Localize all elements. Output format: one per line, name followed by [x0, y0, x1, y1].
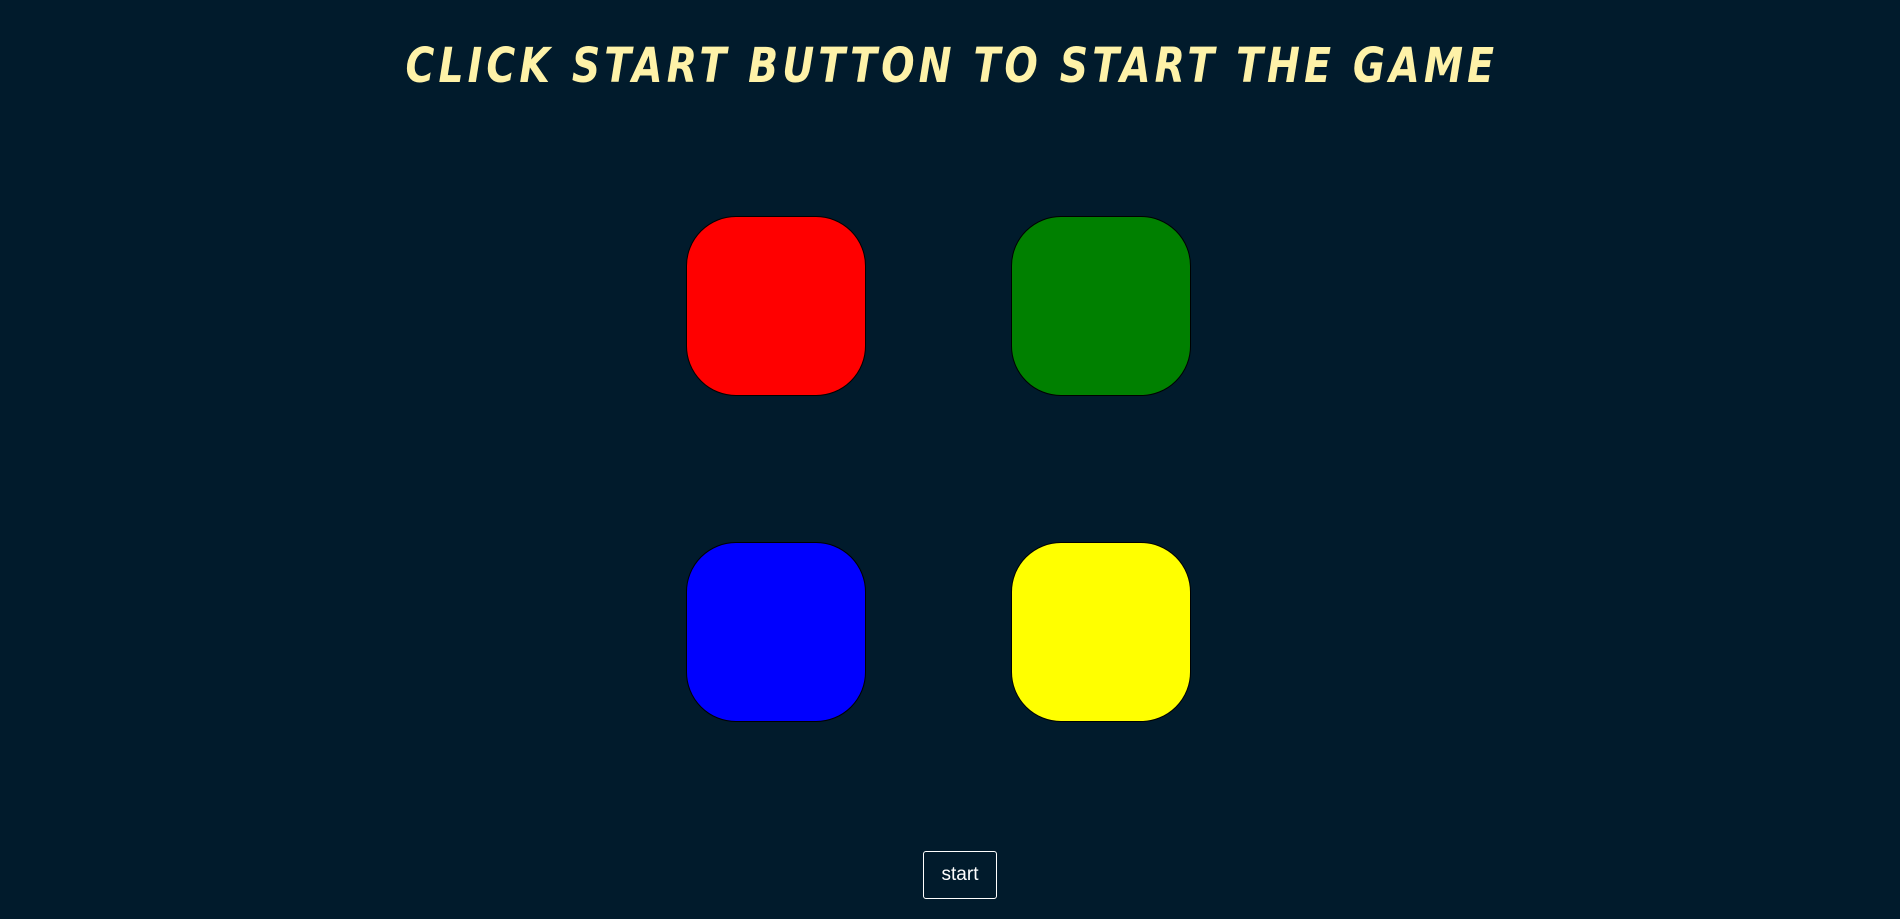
red-pad[interactable]: [686, 216, 866, 396]
game-title: Click start button to start the game: [405, 38, 1499, 94]
yellow-pad[interactable]: [1011, 542, 1191, 722]
start-button[interactable]: start: [923, 851, 997, 899]
blue-pad[interactable]: [686, 542, 866, 722]
green-pad[interactable]: [1011, 216, 1191, 396]
